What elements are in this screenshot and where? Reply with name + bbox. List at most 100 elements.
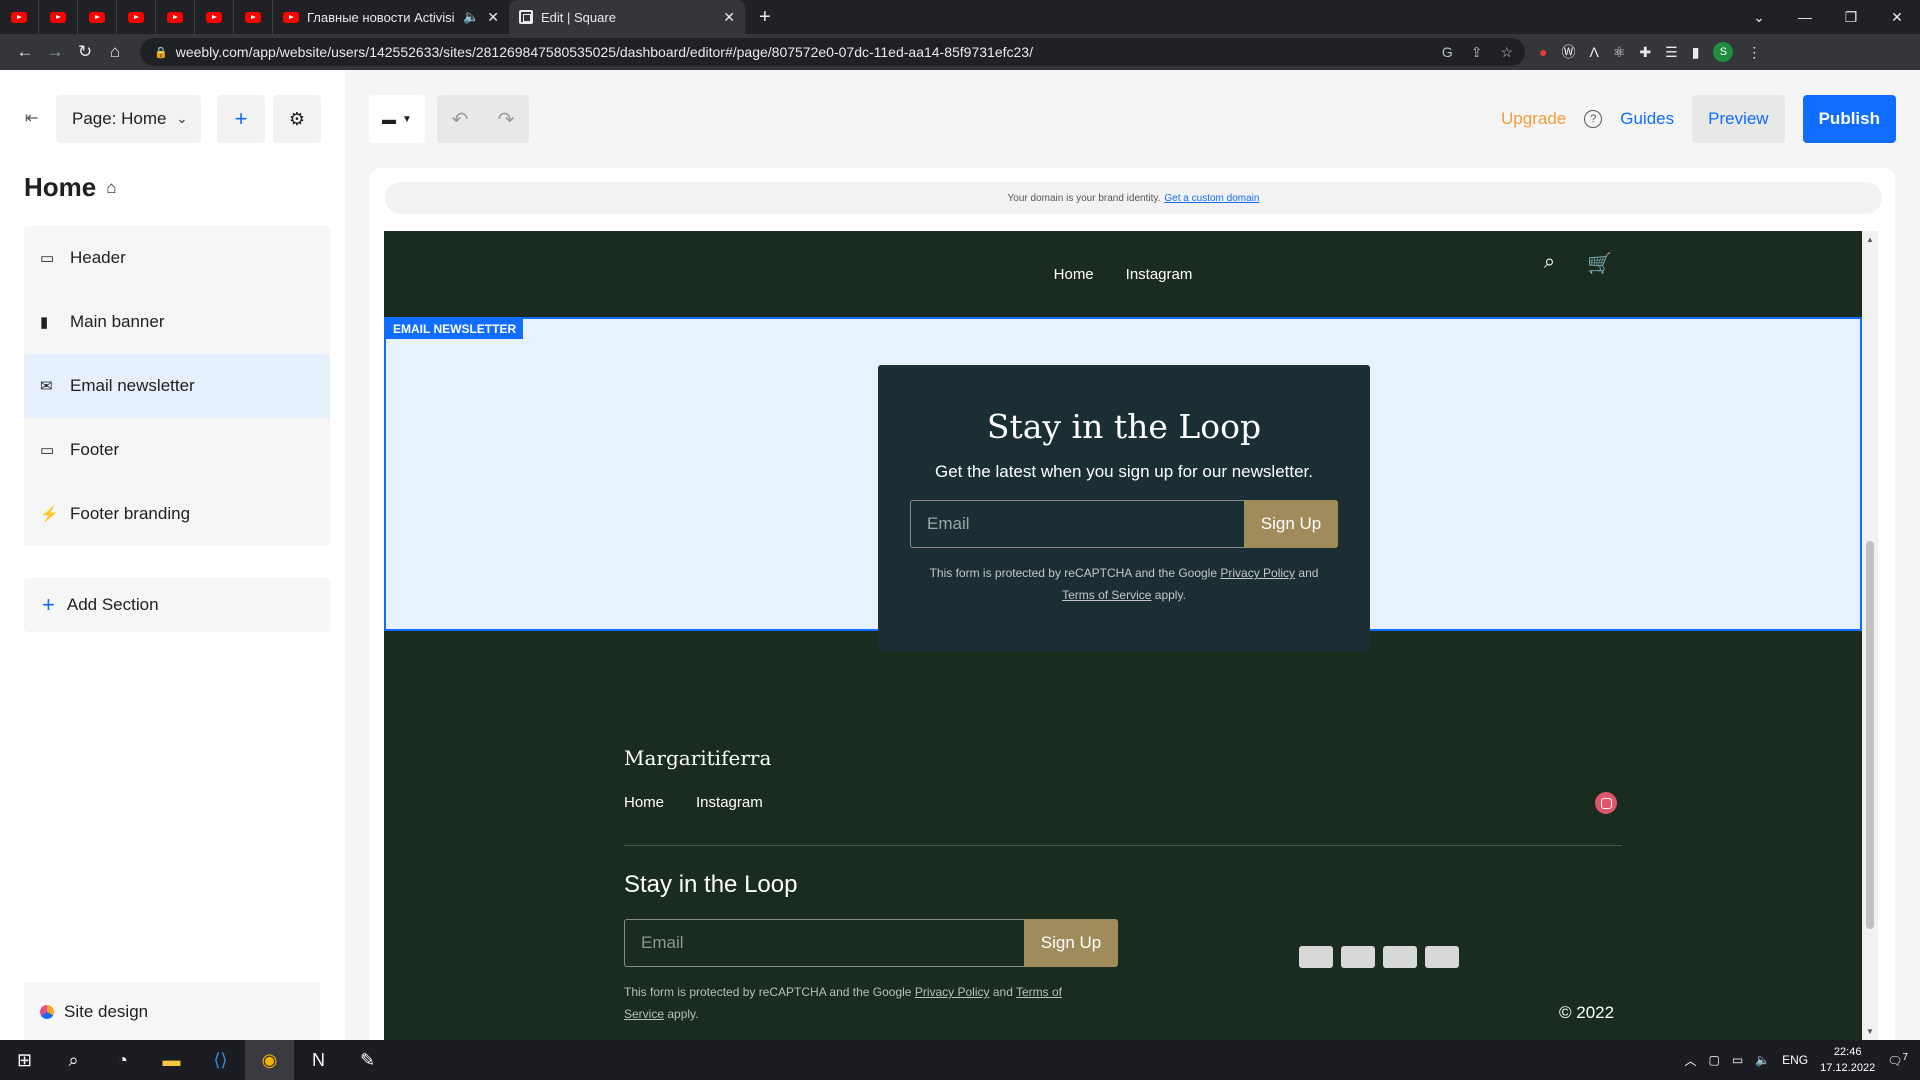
footer-nav: Home Instagram [624, 794, 763, 811]
pinned-tab[interactable] [39, 0, 78, 34]
app-icon[interactable]: ✎ [343, 1040, 392, 1080]
restore-button[interactable]: ❐ [1828, 9, 1874, 26]
notifications-icon[interactable]: 🗨7 [1887, 1052, 1908, 1068]
guides-link[interactable]: Guides [1620, 109, 1674, 129]
pinned-tab[interactable] [78, 0, 117, 34]
cart-icon[interactable]: 🛒 [1587, 251, 1612, 276]
nav-link-instagram[interactable]: Instagram [1126, 266, 1193, 283]
legal-and: and [992, 985, 1013, 999]
add-section-button[interactable]: + Add Section [24, 578, 330, 632]
scroll-up-icon[interactable]: ▲ [1866, 235, 1874, 244]
battery-icon[interactable]: ▭ [1732, 1053, 1743, 1067]
profile-avatar[interactable]: S [1713, 42, 1734, 62]
topbar-actions: Upgrade ? Guides Preview Publish [1501, 95, 1896, 143]
footer-email-input[interactable]: Email [624, 919, 1024, 967]
exit-editor-icon[interactable]: ⇤ [25, 108, 38, 128]
device-toggle[interactable]: ▬ ▼ [369, 95, 425, 143]
clock-time: 22:46 [1833, 1046, 1862, 1058]
back-icon[interactable]: ← [10, 42, 40, 62]
more-menu-icon[interactable]: ⋮ [1747, 44, 1761, 61]
file-explorer-icon[interactable]: ▬ [147, 1040, 196, 1080]
preview-scrollbar[interactable]: ▲ ▼ [1862, 231, 1878, 1040]
extension-icon[interactable]: Ʌ [1589, 44, 1598, 60]
speaker-icon[interactable]: 🔈 [463, 9, 479, 25]
bolt-icon: ⚡ [40, 506, 59, 523]
close-tab-icon[interactable]: ✕ [723, 9, 735, 26]
footer-brand[interactable]: Margaritiferra [624, 746, 771, 770]
privacy-policy-link[interactable]: Privacy Policy [1220, 566, 1295, 580]
footer-sign-up-button[interactable]: Sign Up [1024, 919, 1118, 967]
search-icon[interactable]: ⌕ [1544, 251, 1555, 276]
nav-link-home[interactable]: Home [1054, 266, 1094, 283]
share-icon[interactable]: ⇪ [1471, 44, 1483, 61]
scroll-down-icon[interactable]: ▼ [1866, 1027, 1874, 1036]
puzzle-icon[interactable]: ✚ [1639, 44, 1651, 61]
youtube-icon [167, 11, 183, 23]
page-settings-button[interactable]: ⚙ [273, 95, 321, 143]
scroll-thumb[interactable] [1866, 541, 1874, 929]
help-icon[interactable]: ? [1584, 110, 1603, 128]
section-item-footer-branding[interactable]: ⚡ Footer branding [24, 482, 330, 546]
minimize-button[interactable]: — [1782, 9, 1828, 25]
page-selector[interactable]: Page: Home ⌄ [56, 95, 201, 143]
pinned-tab[interactable] [195, 0, 234, 34]
address-bar[interactable]: 🔒 weebly.com/app/website/users/142552633… [140, 38, 1525, 66]
pinned-tab[interactable] [117, 0, 156, 34]
terms-link[interactable]: Terms of Service [1062, 588, 1151, 602]
side-panel-icon[interactable]: ▮ [1692, 44, 1700, 61]
tab-search-icon[interactable]: ⌄ [1736, 9, 1782, 26]
new-tab-button[interactable]: + [759, 6, 771, 29]
clock[interactable]: 22:46 17.12.2022 [1820, 1044, 1875, 1076]
publish-button[interactable]: Publish [1802, 95, 1896, 143]
forward-icon[interactable]: → [40, 42, 70, 62]
extension-icon[interactable]: ● [1539, 44, 1547, 60]
app-icon[interactable]: ◔ [98, 1040, 147, 1080]
newsletter-form: Email Sign Up [910, 500, 1338, 548]
reading-list-icon[interactable]: ☰ [1665, 44, 1678, 61]
volume-icon[interactable]: 🔈 [1755, 1053, 1770, 1067]
tray-chevron-icon[interactable]: ︿ [1684, 1052, 1696, 1069]
close-window-button[interactable]: ✕ [1874, 9, 1920, 26]
instagram-icon[interactable] [1595, 792, 1617, 814]
custom-domain-link[interactable]: Get a custom domain [1164, 193, 1259, 204]
legal-and: and [1298, 566, 1319, 580]
close-tab-icon[interactable]: ✕ [487, 9, 499, 26]
section-label: Header [70, 248, 126, 267]
notion-icon[interactable]: N [294, 1040, 343, 1080]
browser-tab[interactable]: Главные новости Activision 🔈 ✕ [273, 0, 509, 34]
email-input[interactable]: Email [910, 500, 1244, 548]
windows-start-icon[interactable]: ⊞ [0, 1040, 49, 1080]
search-icon[interactable]: ⌕ [49, 1040, 98, 1080]
extension-icon[interactable]: Ⓦ [1561, 42, 1575, 62]
email-newsletter-section[interactable]: EMAIL NEWSLETTER Stay in the Loop Get th… [384, 317, 1862, 651]
pinned-tab[interactable] [234, 0, 273, 34]
redo-icon[interactable]: ↷ [498, 107, 515, 132]
extension-icon[interactable]: ⚛ [1613, 44, 1626, 61]
vscode-icon[interactable]: ⟨⟩ [196, 1040, 245, 1080]
language-indicator[interactable]: ENG [1782, 1053, 1808, 1067]
upgrade-link[interactable]: Upgrade [1501, 109, 1566, 129]
meet-icon[interactable]: ▢ [1708, 1053, 1719, 1067]
undo-icon[interactable]: ↶ [452, 107, 469, 132]
reload-icon[interactable]: ↻ [70, 42, 100, 62]
footer-link-home[interactable]: Home [624, 794, 664, 811]
browser-tab-active[interactable]: Edit | Square ✕ [509, 0, 745, 34]
site-design-button[interactable]: Site design [24, 982, 320, 1042]
section-item-email-newsletter[interactable]: ✉ Email newsletter [24, 354, 330, 418]
pinned-tab[interactable] [156, 0, 195, 34]
footer-link-instagram[interactable]: Instagram [696, 794, 763, 811]
payment-icon [1341, 946, 1375, 968]
pinned-tab[interactable] [0, 0, 39, 34]
home-icon[interactable]: ⌂ [100, 42, 130, 62]
preview-button[interactable]: Preview [1692, 95, 1785, 143]
section-label: Email newsletter [70, 376, 195, 395]
footer-privacy-link[interactable]: Privacy Policy [915, 985, 990, 999]
section-item-main-banner[interactable]: ▮ Main banner [24, 290, 330, 354]
sign-up-button[interactable]: Sign Up [1244, 500, 1338, 548]
section-item-footer[interactable]: ▭ Footer [24, 418, 330, 482]
section-item-header[interactable]: ▭ Header [24, 226, 330, 290]
add-page-button[interactable]: + [217, 95, 265, 143]
bookmark-star-icon[interactable]: ☆ [1500, 44, 1513, 61]
google-icon[interactable]: G [1442, 44, 1453, 61]
chrome-icon[interactable]: ◉ [245, 1040, 294, 1080]
